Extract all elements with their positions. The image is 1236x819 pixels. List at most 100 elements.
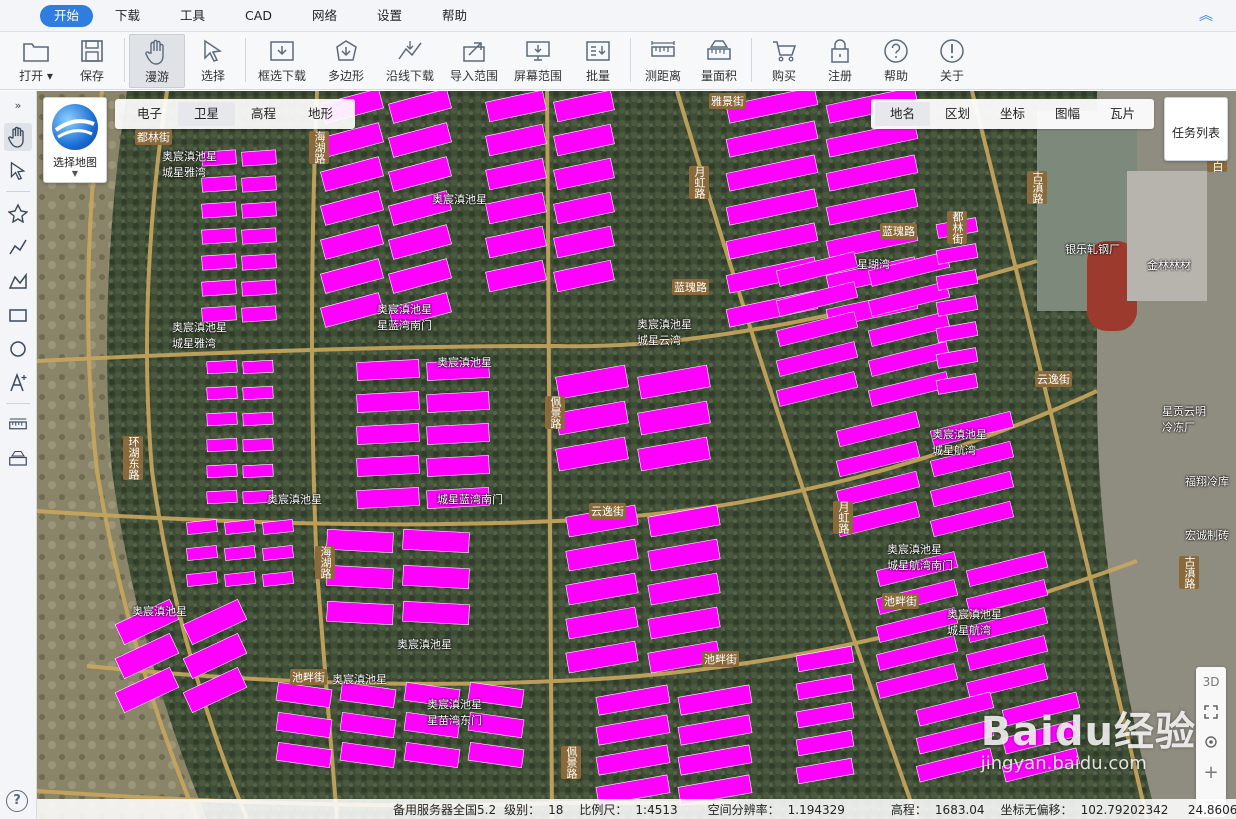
select-tool-icon[interactable] xyxy=(4,157,32,185)
building-shape xyxy=(326,600,394,626)
screen-range-button[interactable]: 屏幕范围 xyxy=(506,34,570,88)
menu-tools[interactable]: 工具 xyxy=(162,5,223,27)
building-shape xyxy=(201,227,237,245)
tab-tile[interactable]: 瓦片 xyxy=(1095,102,1150,126)
building-shape xyxy=(241,253,277,271)
chevron-down-icon: ▼ xyxy=(71,169,79,178)
map-label: 奥宸滇池星 城星航湾 xyxy=(947,608,1002,637)
draw-text-icon[interactable] xyxy=(4,369,32,397)
measure-area-button[interactable]: 量面积 xyxy=(691,34,747,88)
import-range-button[interactable]: 导入范围 xyxy=(442,34,506,88)
toolbar-separator xyxy=(245,38,246,82)
menu-start[interactable]: 开始 xyxy=(40,4,94,27)
building-shape xyxy=(402,528,470,554)
locate-icon[interactable] xyxy=(1196,727,1226,757)
save-label: 保存 xyxy=(79,69,104,83)
status-level: 级别： 18 xyxy=(504,802,564,817)
help-button[interactable]: 帮助 xyxy=(868,34,924,88)
menu-settings[interactable]: 设置 xyxy=(359,5,420,27)
area-icon xyxy=(705,37,733,65)
map-view[interactable]: 奥宸滇池星 城星雅湾 奥宸滇池星 奥宸滇池星 城星雅湾 奥宸滇池星 星蓝湾南门 星瑚湾… xyxy=(37,91,1236,819)
box-download-button[interactable]: 框选下载 xyxy=(250,34,314,88)
map-type-satellite[interactable]: 卫星 xyxy=(178,102,236,126)
expand-panel-icon[interactable]: » xyxy=(4,95,32,115)
measure-area-tool-icon[interactable] xyxy=(4,445,32,473)
zoom-in-button[interactable]: + xyxy=(1196,757,1226,787)
map-label: 奥宸滇池星 城星航湾 xyxy=(932,428,987,457)
road-label: 池畔街 xyxy=(882,593,919,609)
map-label: 奥宸滇池星 xyxy=(332,673,387,686)
select-button[interactable]: 选择 xyxy=(185,34,241,88)
building-shape xyxy=(201,279,237,297)
building-shape xyxy=(426,423,490,445)
task-list-button[interactable]: 任务列表 xyxy=(1164,97,1228,161)
fullscreen-icon[interactable] xyxy=(1196,697,1226,727)
map-type-terrain[interactable]: 地形 xyxy=(292,102,349,126)
map-type-switcher: 电子 卫星 高程 地形 xyxy=(115,99,356,129)
menu-help[interactable]: 帮助 xyxy=(424,5,485,27)
map-label: 奥宸滇池星 xyxy=(432,193,487,206)
building-shape xyxy=(201,201,237,219)
lock-icon xyxy=(826,37,854,65)
register-button[interactable]: 注册 xyxy=(812,34,868,88)
measure-ruler-icon[interactable] xyxy=(4,411,32,439)
help-label: 帮助 xyxy=(883,69,908,83)
map-label: 奥宸滇池星 城星雅湾 xyxy=(172,321,227,350)
building-shape xyxy=(356,455,420,477)
menu-network[interactable]: 网络 xyxy=(294,5,355,27)
draw-point-icon[interactable] xyxy=(4,199,32,227)
road-label: 蓝瑰路 xyxy=(672,279,709,295)
open-button[interactable]: 打开 ▾ xyxy=(8,34,64,88)
screen-range-label: 屏幕范围 xyxy=(513,69,562,83)
map-label: 奥宸滇池星 xyxy=(437,356,492,369)
menu-download[interactable]: 下载 xyxy=(97,5,158,27)
road-label: 月虹路 xyxy=(833,501,853,534)
draw-rectangle-icon[interactable] xyxy=(4,301,32,329)
collapse-ribbon-icon[interactable]: ︽ xyxy=(1198,8,1214,24)
tab-place-name[interactable]: 地名 xyxy=(875,102,930,126)
draw-line-icon[interactable] xyxy=(4,233,32,261)
toolbar-separator xyxy=(124,38,125,82)
box-download-label: 框选下载 xyxy=(257,69,306,83)
batch-button[interactable]: 批量 xyxy=(570,34,626,88)
import-range-icon xyxy=(460,37,488,65)
search-tabs: 地名 区划 坐标 图幅 瓦片 xyxy=(871,99,1154,129)
road-label: 古滇路 xyxy=(1027,171,1047,204)
road-label: 蓝瑰路 xyxy=(880,223,917,239)
map-label: 星瑚湾 xyxy=(857,258,890,271)
map-label: 宏诚制砖 xyxy=(1185,529,1229,542)
select-map-button[interactable]: 选择地图 ▼ xyxy=(43,97,107,183)
line-download-button[interactable]: 沿线下载 xyxy=(378,34,442,88)
building-shape xyxy=(206,437,238,453)
pan-tool-icon[interactable] xyxy=(4,123,32,151)
register-label: 注册 xyxy=(827,69,852,83)
building-shape xyxy=(402,564,470,590)
draw-circle-icon[interactable] xyxy=(4,335,32,363)
building-shape xyxy=(242,437,274,453)
tab-district[interactable]: 区划 xyxy=(930,102,985,126)
buy-button[interactable]: 购买 xyxy=(756,34,812,88)
select-label: 选择 xyxy=(200,69,225,83)
map-type-electronic[interactable]: 电子 xyxy=(121,102,178,126)
tab-coordinate[interactable]: 坐标 xyxy=(985,102,1040,126)
measure-area-label: 量面积 xyxy=(700,69,737,83)
save-button[interactable]: 保存 xyxy=(64,34,120,88)
building-shape xyxy=(356,391,420,413)
draw-polygon-icon[interactable] xyxy=(4,267,32,295)
line-download-label: 沿线下载 xyxy=(385,69,434,83)
import-range-label: 导入范围 xyxy=(449,69,498,83)
measure-distance-button[interactable]: 测距离 xyxy=(635,34,691,88)
batch-label: 批量 xyxy=(585,69,610,83)
pan-button[interactable]: 漫游 xyxy=(129,34,185,88)
polygon-download-button[interactable]: 多边形 xyxy=(314,34,378,88)
help-circle-icon[interactable]: ? xyxy=(6,790,28,812)
tab-map-sheet[interactable]: 图幅 xyxy=(1040,102,1095,126)
buy-label: 购买 xyxy=(771,69,796,83)
3d-toggle-button[interactable]: 3D xyxy=(1196,667,1226,697)
pan-label: 漫游 xyxy=(144,70,169,84)
about-button[interactable]: 关于 xyxy=(924,34,980,88)
menu-cad[interactable]: CAD xyxy=(227,5,290,27)
map-type-elevation[interactable]: 高程 xyxy=(235,102,292,126)
building-shape xyxy=(426,455,490,477)
road-label: 环湖东路 xyxy=(123,436,143,480)
